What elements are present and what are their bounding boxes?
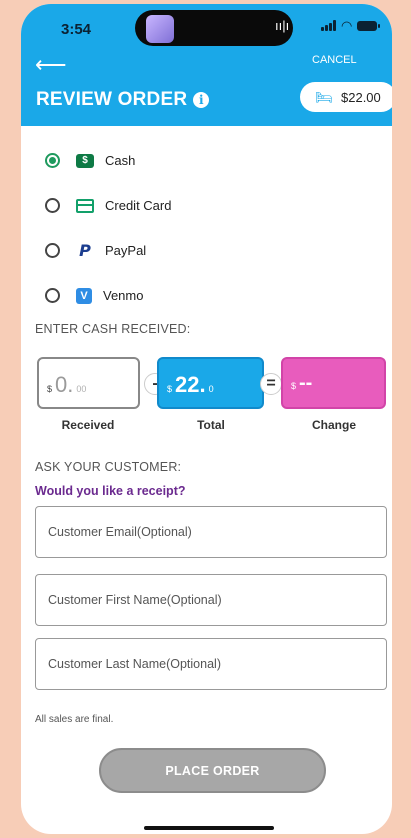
title-row: REVIEW ORDER i (36, 89, 210, 111)
phone-screen: 3:54 ıı|ı ◠ ⟵ CANCEL REVIEW ORDER i 🛏 $2… (21, 4, 392, 834)
total-caption: Total (197, 418, 225, 432)
order-total: $22.00 (341, 89, 381, 105)
change-caption: Change (311, 418, 356, 432)
change-value: -- (299, 372, 313, 394)
received-whole: 0. (55, 372, 74, 397)
sales-final-note: All sales are final. (35, 714, 114, 725)
audio-wave-icon: ıı|ı (275, 18, 290, 33)
battery-icon (357, 20, 381, 31)
wifi-icon: ◠ (341, 18, 353, 33)
radio-credit-card[interactable] (45, 198, 60, 213)
header-bar: 3:54 ıı|ı ◠ ⟵ CANCEL REVIEW ORDER i 🛏 $2… (21, 4, 392, 126)
cash-received-input[interactable]: $ 0. 00 (37, 357, 140, 409)
payment-method-label: Credit Card (105, 198, 172, 213)
total-whole: 22. (175, 372, 206, 397)
payment-method-label: PayPal (105, 243, 147, 258)
customer-last-name-field[interactable] (35, 638, 387, 690)
customer-section-label: ASK YOUR CUSTOMER: (35, 460, 182, 474)
credit-card-icon (76, 198, 94, 213)
customer-first-name-field[interactable] (35, 574, 387, 626)
received-caption: Received (61, 418, 115, 432)
payment-method-credit-card[interactable]: Credit Card (45, 183, 171, 228)
cash-icon: $ (76, 153, 94, 168)
payment-method-label: Venmo (103, 288, 144, 303)
order-total-pill[interactable]: 🛏 $22.00 (300, 82, 392, 112)
radio-cash[interactable] (45, 153, 60, 168)
total-currency: $ (167, 384, 173, 394)
radio-paypal[interactable] (45, 243, 60, 258)
app-thumbnail-icon (146, 15, 174, 43)
payment-method-list: $ Cash Credit Card P PayPal V Venmo (45, 138, 171, 318)
home-indicator (144, 826, 274, 830)
paypal-icon: P (79, 241, 91, 260)
payment-method-venmo[interactable]: V Venmo (45, 273, 171, 318)
customer-email-field[interactable] (35, 506, 387, 558)
place-order-button[interactable]: PLACE ORDER (99, 748, 326, 793)
back-arrow-icon[interactable]: ⟵ (35, 52, 67, 78)
cash-section-label: ENTER CASH RECEIVED: (35, 322, 191, 336)
status-icons: ◠ (321, 18, 381, 33)
received-currency: $ (47, 384, 53, 394)
change-box: $ -- (281, 357, 386, 409)
change-currency: $ (291, 381, 297, 391)
signal-icon (321, 20, 336, 31)
info-icon[interactable]: i (193, 92, 210, 108)
payment-method-cash[interactable]: $ Cash (45, 138, 171, 183)
received-cents: 00 (76, 384, 87, 394)
status-time: 3:54 (61, 21, 92, 38)
receipt-question: Would you like a receipt? (35, 484, 186, 498)
bed-icon: 🛏 (315, 88, 333, 105)
payment-method-label: Cash (105, 153, 136, 168)
payment-method-paypal[interactable]: P PayPal (45, 228, 171, 273)
total-box: $ 22. 0 (157, 357, 264, 409)
cancel-button[interactable]: CANCEL (312, 54, 357, 66)
page-title: REVIEW ORDER (36, 89, 188, 110)
equals-operator: = (260, 373, 282, 395)
total-cents: 0 (208, 384, 214, 394)
radio-venmo[interactable] (45, 288, 60, 303)
venmo-icon: V (76, 287, 92, 304)
